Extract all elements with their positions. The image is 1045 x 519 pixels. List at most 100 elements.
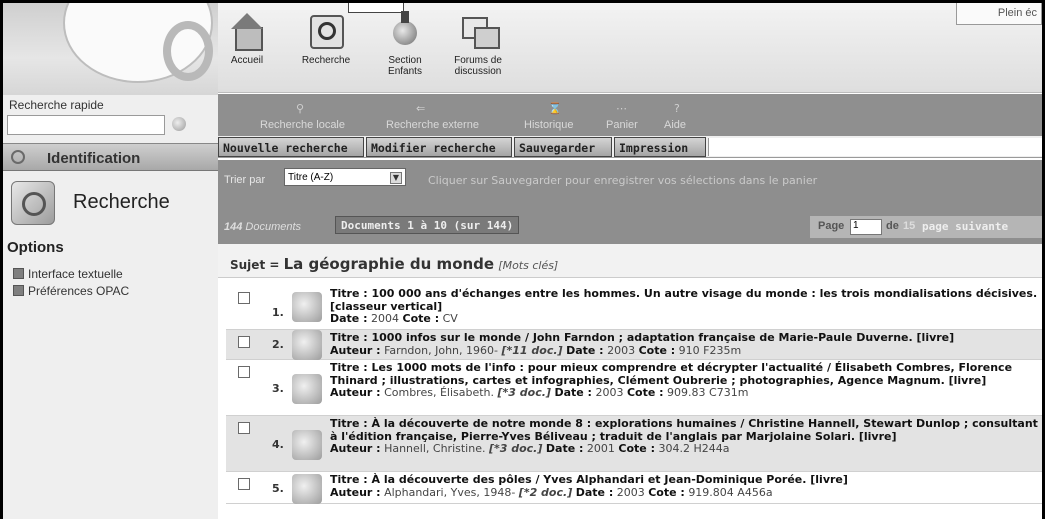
date-label: Date : <box>566 343 604 357</box>
result-checkbox[interactable] <box>238 422 250 434</box>
title-label: Titre : <box>330 473 368 486</box>
title-text: Les 1000 mots de l'info : pour mieux com… <box>330 361 1013 387</box>
next-page-link[interactable]: page suivante <box>922 220 1008 233</box>
toolbar-home[interactable]: Accueil <box>222 13 272 66</box>
title-label: Titre : <box>330 287 368 300</box>
subnav-help[interactable]: Aide <box>664 119 686 131</box>
modify-search-button[interactable]: Modifier recherche <box>366 137 512 157</box>
list-item: 3. Titre : Les 1000 mots de l'info : pou… <box>226 360 1042 416</box>
help-icon: ? <box>674 102 680 115</box>
search-subject: Sujet = La géographie du monde [Mots clé… <box>218 244 1042 278</box>
result-body: Titre : À la découverte des pôles / Yves… <box>330 473 1040 499</box>
result-title[interactable]: Titre : À la découverte de notre monde 8… <box>330 417 1038 443</box>
doc-count[interactable]: [*11 doc.] <box>501 344 562 357</box>
author-value[interactable]: Alphandari, Yves, 1948- <box>384 486 515 499</box>
option-label: Préférences OPAC <box>28 284 130 298</box>
options-title: Options <box>7 239 64 256</box>
forum-icon <box>458 13 500 51</box>
sidebar: Recherche rapide Identification Recherch… <box>3 3 218 519</box>
document-thumbnail-icon <box>292 430 322 460</box>
title-label: Titre : <box>330 331 368 344</box>
top-toolbar: Plein éc Accueil Recherche Section Enfan… <box>218 3 1042 93</box>
result-title[interactable]: Titre : À la découverte des pôles / Yves… <box>330 473 848 486</box>
option-opac-preferences[interactable]: Préférences OPAC <box>13 284 129 298</box>
date-label: Date : <box>330 312 368 326</box>
search-link-label: Recherche <box>73 191 170 213</box>
library-logo <box>3 3 218 95</box>
document-thumbnail-icon <box>292 292 322 322</box>
date-value: 2003 <box>607 343 636 357</box>
result-body: Titre : À la découverte de notre monde 8… <box>330 417 1040 456</box>
cote-value: 304.2 H244a <box>658 442 730 456</box>
search-link[interactable]: Recherche <box>3 178 218 228</box>
quick-search-input[interactable] <box>7 115 165 135</box>
subnav-cart[interactable]: Panier <box>606 119 638 131</box>
sort-bar: Trier par Titre (A-Z) ▼ Cliquer sur Sauv… <box>218 160 1042 208</box>
document-range: Documents 1 à 10 (sur 144) <box>335 216 520 234</box>
list-item: 5. Titre : À la découverte des pôles / Y… <box>226 472 1042 504</box>
result-checkbox[interactable] <box>238 478 250 490</box>
cote-value: 909.83 C731m <box>667 386 749 400</box>
chevron-down-icon[interactable]: ▼ <box>390 172 402 184</box>
option-text-interface[interactable]: Interface textuelle <box>13 267 123 281</box>
result-checkbox[interactable] <box>238 336 250 348</box>
sort-select[interactable]: Titre (A-Z) <box>284 168 406 186</box>
cart-icon: ⋯ <box>616 102 627 115</box>
fullscreen-button[interactable]: Plein éc <box>956 3 1042 25</box>
document-count: 144 Documents <box>224 221 301 233</box>
author-value[interactable]: Combres, Élisabeth. <box>384 386 494 399</box>
result-meta: Auteur : Farndon, John, 1960- [*11 doc.]… <box>330 344 741 357</box>
subject-value: La géographie du monde <box>283 255 495 273</box>
toolbar-forums[interactable]: Forums de discussion <box>450 13 506 77</box>
results-count-bar: 144 Documents Documents 1 à 10 (sur 144)… <box>218 208 1042 244</box>
search-icon <box>306 13 346 51</box>
subnav-external-search[interactable]: Recherche externe <box>386 119 479 131</box>
author-value[interactable]: Farndon, John, 1960- <box>384 344 498 357</box>
subnav-local-search[interactable]: Recherche locale <box>260 119 345 131</box>
result-meta: Date : 2004 Cote : CV <box>330 312 458 325</box>
cote-value: CV <box>442 312 458 326</box>
sort-label: Trier par <box>224 174 266 186</box>
list-item: 2. Titre : 1000 infos sur le monde / Joh… <box>226 330 1042 360</box>
subnav-history[interactable]: Historique <box>524 119 574 131</box>
document-thumbnail-icon <box>292 474 322 504</box>
author-label: Auteur : <box>330 386 381 400</box>
result-title[interactable]: Titre : Les 1000 mots de l'info : pour m… <box>330 361 1012 387</box>
result-meta: Auteur : Alphandari, Yves, 1948- [*2 doc… <box>330 486 773 499</box>
cote-label: Cote : <box>626 386 664 400</box>
result-title[interactable]: Titre : 1000 infos sur le monde / John F… <box>330 331 954 344</box>
quick-search-go-icon[interactable] <box>170 115 190 135</box>
result-title[interactable]: Titre : 100 000 ans d'échanges entre les… <box>330 287 1037 313</box>
result-number: 2. <box>272 338 284 351</box>
page-number-input[interactable]: 1 <box>850 219 882 235</box>
print-button[interactable]: Impression <box>614 137 706 157</box>
date-value: 2001 <box>586 442 615 456</box>
document-count-suffix: Documents <box>245 221 302 233</box>
result-body: Titre : Les 1000 mots de l'info : pour m… <box>330 361 1040 400</box>
result-checkbox[interactable] <box>238 366 250 378</box>
home-icon <box>227 13 267 51</box>
new-search-button[interactable]: Nouvelle recherche <box>218 137 364 157</box>
doc-count[interactable]: [*2 doc.] <box>519 486 572 499</box>
doc-count[interactable]: [*3 doc.] <box>498 386 551 399</box>
option-label: Interface textuelle <box>28 267 123 281</box>
results-list: 1. Titre : 100 000 ans d'échanges entre … <box>226 286 1042 519</box>
save-button[interactable]: Sauvegarder <box>514 137 612 157</box>
doc-count[interactable]: [*3 doc.] <box>489 442 542 455</box>
identification-label: Identification <box>47 150 141 167</box>
list-item: 4. Titre : À la découverte de notre mond… <box>226 416 1042 472</box>
pager: Page 1 de 15 page suivante <box>810 216 1042 238</box>
date-value: 2003 <box>616 485 645 499</box>
toolbar-kids-label: Section Enfants <box>388 55 422 77</box>
author-value[interactable]: Hannell, Christine. <box>384 442 485 455</box>
toolbar-forums-label: Forums de discussion <box>454 55 502 77</box>
date-label: Date : <box>575 485 614 499</box>
toolbar-home-label: Accueil <box>230 55 264 66</box>
toolbar-kids-section[interactable]: Section Enfants <box>382 11 428 77</box>
subject-keywords[interactable]: [Mots clés] <box>498 259 558 272</box>
result-checkbox[interactable] <box>238 292 250 304</box>
author-label: Auteur : <box>330 442 381 456</box>
cote-label: Cote : <box>618 442 655 456</box>
toolbar-search[interactable]: Recherche <box>298 13 354 66</box>
identification-button[interactable]: Identification <box>3 143 218 171</box>
